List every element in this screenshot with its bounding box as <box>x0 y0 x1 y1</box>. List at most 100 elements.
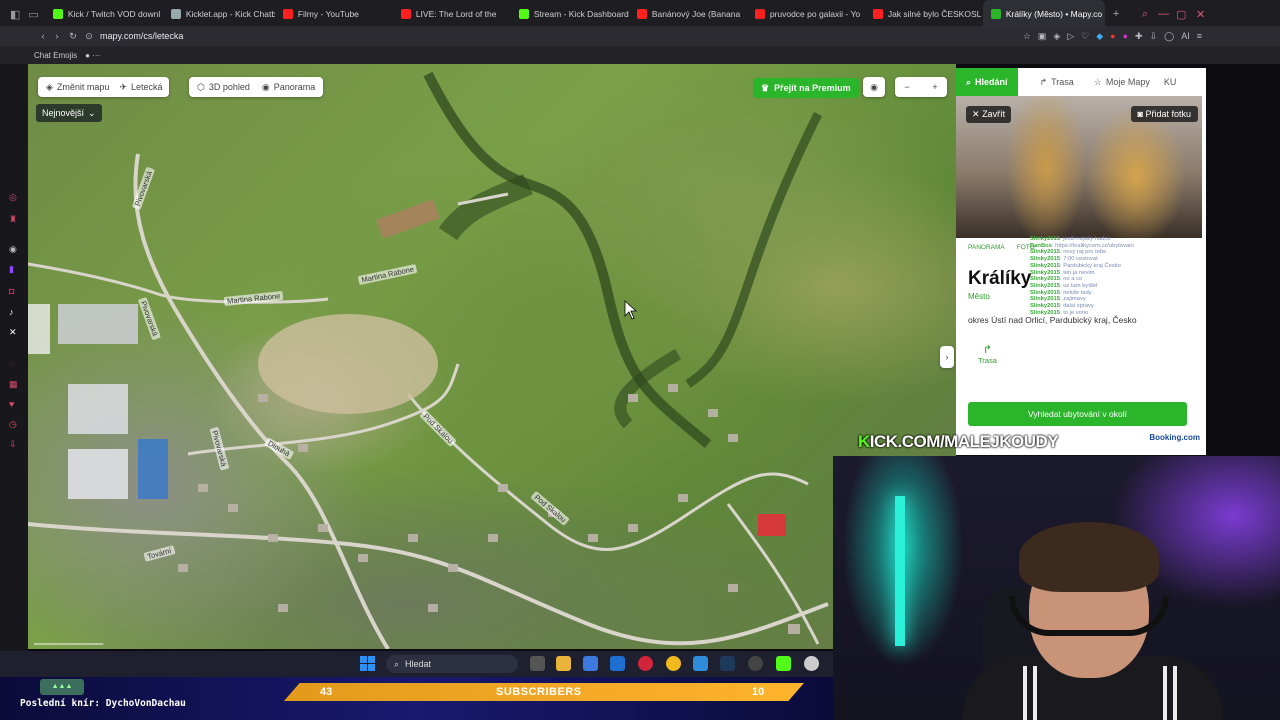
search-icon: ⌕ <box>966 76 972 87</box>
tab-label: Králíky (Město) • Mapy.co <box>1005 9 1103 19</box>
site-info-icon[interactable]: ⊙ <box>82 31 96 42</box>
taskbar: ⌕ Hledat <box>0 651 833 677</box>
bookmarks-bar: Chat Emojis ● ··· <box>0 46 1280 64</box>
tab-search[interactable]: ⌕ Hledání <box>956 68 1018 96</box>
zoom-in-button[interactable]: + <box>923 82 947 92</box>
outlook-icon[interactable] <box>610 656 625 671</box>
url-field[interactable]: mapy.com/cs/letecka <box>100 31 183 41</box>
chat-username: Slinky2015 <box>1030 256 1060 263</box>
new-tab-icon[interactable]: + <box>1113 8 1119 20</box>
download-icon[interactable]: ⇩ <box>1150 31 1158 42</box>
newest-dropdown[interactable]: Nejnovější ⌄ <box>36 104 102 122</box>
chat-message: Slinky2015: novy raj pro tebe <box>1030 249 1260 256</box>
chat-username: Slinky2015 <box>1030 309 1060 316</box>
bookmark-icon[interactable]: ☆ <box>1023 31 1031 42</box>
tab-label: Filmy - YouTube <box>297 9 359 19</box>
steam-icon[interactable] <box>720 656 735 671</box>
record-icon: ◎ <box>9 192 17 202</box>
tab-route[interactable]: ↱ Trasa <box>1030 68 1084 96</box>
forward-icon[interactable]: › <box>50 31 64 41</box>
opera-icon[interactable] <box>638 656 653 671</box>
app-icon[interactable] <box>804 656 819 671</box>
extension-icon-1[interactable]: ▣ <box>1038 31 1047 42</box>
browser-tab[interactable]: Kicklet.app - Kick Chatb <box>163 0 275 28</box>
photos-icon[interactable] <box>693 656 708 671</box>
route-arrow-icon: ↱ <box>982 344 993 356</box>
chat-text: : nekde tady <box>1059 289 1092 296</box>
windows-start-icon[interactable] <box>360 656 375 671</box>
search-tabs-icon[interactable]: ⌕ <box>1142 8 1148 21</box>
profile-icon[interactable]: ◯ <box>1164 31 1174 42</box>
close-button[interactable]: ✕ Zavřít <box>966 106 1012 123</box>
panel-toggle-button[interactable]: › <box>940 346 954 368</box>
tab-label: Banánový Joe (Banana <box>651 9 741 19</box>
close-window-icon[interactable]: ✕ <box>1196 8 1205 21</box>
tab-my-maps[interactable]: ☆ Moje Mapy <box>1084 68 1160 96</box>
browser-tab[interactable]: Jak silné bylo ČESKOSL <box>865 0 983 28</box>
close-icon: ✕ <box>972 109 980 119</box>
place-type[interactable]: Město <box>968 292 990 301</box>
ai-icon[interactable]: AI <box>1181 31 1190 42</box>
bookmark-item[interactable]: ● ··· <box>85 51 100 60</box>
minimize-icon[interactable]: — <box>1158 8 1169 20</box>
change-map-button[interactable]: ◈ Změnit mapu ✈ Letecká <box>38 77 169 97</box>
play-icon[interactable]: ▷ <box>1067 31 1074 42</box>
maximize-icon[interactable]: ▢ <box>1176 8 1186 21</box>
extension-icon-3[interactable]: ◆ <box>1096 31 1103 42</box>
browser-menu-icon[interactable]: ◧ <box>10 8 20 21</box>
chat-text: : Pardubicky kraj Česko <box>1059 262 1121 269</box>
view3d-button[interactable]: ⬡ 3D pohled ◉ Panorama <box>189 77 324 97</box>
user-avatar[interactable]: KU <box>1160 68 1181 96</box>
kick-app-icon[interactable] <box>776 656 791 671</box>
shirt-stripe <box>1163 666 1167 720</box>
chat-text: : ten ja nevim <box>1059 269 1095 276</box>
aerial-map[interactable]: ◈ Změnit mapu ✈ Letecká ⬡ 3D pohled ◉ Pa… <box>28 64 956 649</box>
mouse-cursor <box>624 300 638 320</box>
browser-tab[interactable]: Filmy - YouTube <box>275 0 393 28</box>
add-photo-button[interactable]: ◙ Přidat fotku <box>1130 106 1198 122</box>
neon-light <box>895 496 905 646</box>
chrome-icon[interactable] <box>666 656 681 671</box>
browser-tab[interactable]: Kick / Twitch VOD downl <box>45 0 163 28</box>
tab-list-icon[interactable]: ▭ <box>28 8 38 21</box>
heart-icon[interactable]: ♡ <box>1081 31 1089 42</box>
extensions-icon[interactable]: ✚ <box>1135 31 1143 42</box>
heart-icon-side: ♥ <box>9 399 15 409</box>
bookmark-chat-emojis[interactable]: Chat Emojis <box>34 51 77 60</box>
tab-label: pruvodce po galaxii - Yo <box>769 9 861 19</box>
tab-label: LIVE: The Lord of the <box>415 9 497 19</box>
reload-icon[interactable]: ↻ <box>66 31 80 42</box>
tab-panorama[interactable]: PANORAMA <box>968 244 1005 251</box>
booking-logo[interactable]: Booking.com <box>1149 433 1200 442</box>
obs-icon[interactable] <box>748 656 763 671</box>
extension-icon-2[interactable]: ◈ <box>1053 31 1060 42</box>
panel-tabs: ⌕ Hledání ↱ Trasa ☆ Moje Mapy KU <box>956 68 1206 96</box>
browser-tab[interactable]: Králíky (Město) • Mapy.co <box>982 0 1105 28</box>
aerial-tab[interactable]: ✈ Letecká <box>119 82 162 93</box>
back-icon[interactable]: ‹ <box>36 31 50 41</box>
chat-text: : novy raj pro tebe <box>1059 249 1107 256</box>
locate-button[interactable]: ◉ <box>863 77 885 97</box>
browser-tab[interactable]: Stream - Kick Dashboard <box>511 0 629 28</box>
taskbar-search[interactable]: ⌕ Hledat <box>386 655 518 673</box>
chat-overlay: Slinky2015: jestli nejaký hadce BanBos: h… <box>1030 236 1260 388</box>
download-icon-side: ⇩ <box>9 439 17 449</box>
file-explorer-icon[interactable] <box>556 656 571 671</box>
route-button[interactable]: ↱ Trasa <box>978 343 997 365</box>
task-view-icon[interactable] <box>530 656 545 671</box>
alert-icon: ♜ <box>9 214 18 224</box>
accommodation-button[interactable]: Vyhledat ubytování v okolí <box>968 402 1187 426</box>
browser-tab[interactable]: pruvodce po galaxii - Yo <box>747 0 865 28</box>
extension-icon-5[interactable]: ● <box>1123 31 1128 42</box>
menu-icon[interactable]: ≡ <box>1197 31 1202 42</box>
extension-icon-4[interactable]: ● <box>1110 31 1115 42</box>
browser-tab[interactable]: LIVE: The Lord of the <box>393 0 511 28</box>
zoom-out-button[interactable]: − <box>895 82 919 92</box>
store-icon[interactable] <box>583 656 598 671</box>
browser-tab[interactable]: Banánový Joe (Banana <box>629 0 747 28</box>
premium-button[interactable]: ♛ Přejít na Premium <box>753 78 859 98</box>
aerial-icon: ✈ <box>119 81 127 92</box>
chat-username: Slinky2015 <box>1030 276 1060 283</box>
panorama-button[interactable]: Panorama <box>274 82 316 92</box>
place-photo[interactable]: ✕ Zavřít ◙ Přidat fotku <box>956 96 1202 238</box>
